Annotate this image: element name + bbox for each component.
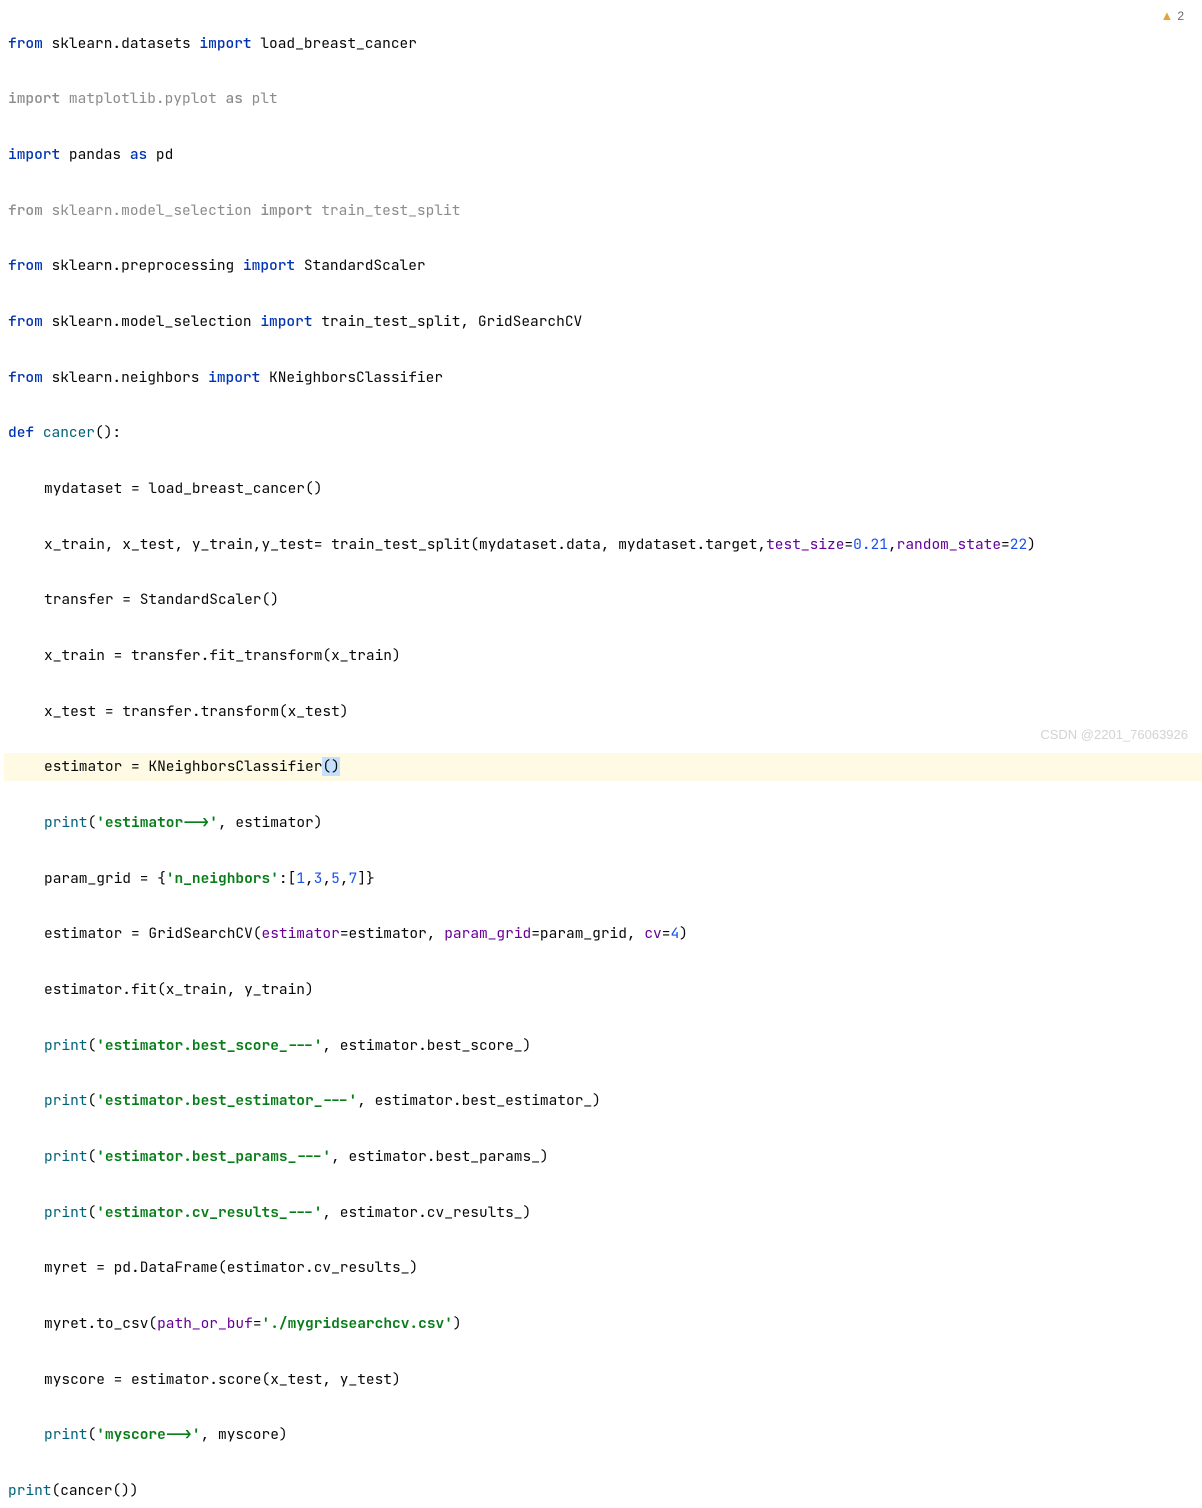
code-line: estimator = GridSearchCV(estimator=estim…: [4, 920, 1202, 948]
warnings-indicator[interactable]: ▲ 2: [1160, 4, 1184, 29]
code-line: import matplotlib.pyplot as plt: [4, 85, 1202, 113]
code-line: print('estimator.best_params_---', estim…: [4, 1143, 1202, 1171]
code-line: from sklearn.datasets import load_breast…: [4, 30, 1202, 58]
code-line: from sklearn.neighbors import KNeighbors…: [4, 364, 1202, 392]
code-line: print('estimator.best_estimator_---', es…: [4, 1087, 1202, 1115]
code-line: print('estimator.best_score_---', estima…: [4, 1032, 1202, 1060]
code-line: print(cancer()): [4, 1477, 1202, 1505]
code-line: transfer = StandardScaler(): [4, 586, 1202, 614]
code-line: def cancer():: [4, 419, 1202, 447]
code-line: mydataset = load_breast_cancer(): [4, 475, 1202, 503]
code-line: myscore = estimator.score(x_test, y_test…: [4, 1366, 1202, 1394]
code-line: x_train = transfer.fit_transform(x_train…: [4, 642, 1202, 670]
code-line-highlighted: estimator = KNeighborsClassifier(): [4, 753, 1202, 781]
code-line: myret = pd.DataFrame(estimator.cv_result…: [4, 1254, 1202, 1282]
warning-count: 2: [1177, 5, 1184, 28]
code-line: print('estimator-->', estimator): [4, 809, 1202, 837]
code-line: x_train, x_test, y_train,y_test= train_t…: [4, 531, 1202, 559]
code-line: myret.to_csv(path_or_buf='./mygridsearch…: [4, 1310, 1202, 1338]
code-line: param_grid = {'n_neighbors':[1,3,5,7]}: [4, 865, 1202, 893]
code-line: estimator.fit(x_train, y_train): [4, 976, 1202, 1004]
watermark: CSDN @2201_76063926: [1040, 723, 1188, 748]
code-line: print('myscore-->', myscore): [4, 1421, 1202, 1449]
code-line: from sklearn.preprocessing import Standa…: [4, 252, 1202, 280]
code-line: import pandas as pd: [4, 141, 1202, 169]
code-line: print('estimator.cv_results_---', estima…: [4, 1199, 1202, 1227]
code-line: from sklearn.model_selection import trai…: [4, 308, 1202, 336]
code-editor[interactable]: from sklearn.datasets import load_breast…: [0, 0, 1202, 1508]
code-line: from sklearn.model_selection import trai…: [4, 197, 1202, 225]
code-line: x_test = transfer.transform(x_test): [4, 698, 1202, 726]
warning-icon: ▲: [1160, 4, 1173, 29]
